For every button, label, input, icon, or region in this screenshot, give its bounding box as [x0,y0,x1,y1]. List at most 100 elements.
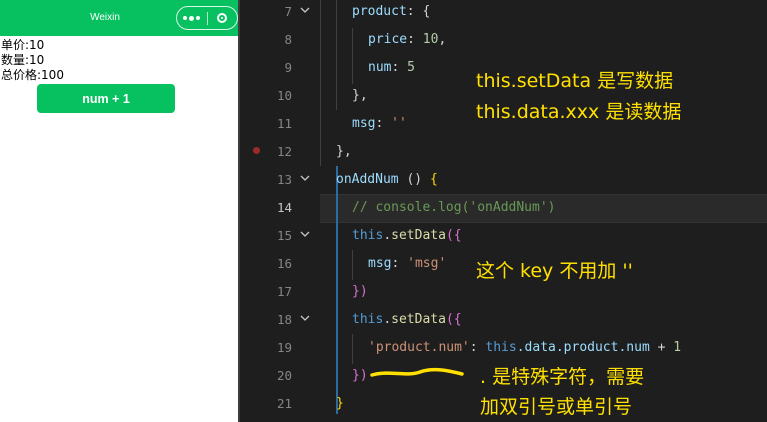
token: this [485,340,517,355]
fold-chevron-icon[interactable] [300,230,310,240]
line-number: 10 [276,88,292,103]
token: 1 [673,340,682,355]
num-plus-one-button[interactable]: num + 1 [37,84,175,113]
indent-guide [352,250,353,280]
token: . [383,312,392,327]
unit-price-value: 10 [29,38,45,52]
unit-price-label: 单价: [1,38,30,52]
line-number: 17 [276,284,292,299]
fold-chevron-icon[interactable] [300,314,310,324]
code-line-18: this.setData({ [352,312,462,327]
code-line-11: msg: '' [352,116,407,131]
unit-price-line: 单价:10 [1,38,44,53]
fold-chevron-icon[interactable] [300,174,310,184]
token: setData [391,228,446,243]
token: msg [368,256,392,271]
token: ( [445,312,454,327]
annotation-quote-advice: 加双引号或单引号 [480,396,633,418]
annotation-setdata: this.setData 是写数据 [476,70,674,92]
line-number: 7 [284,4,292,19]
total-price-value: 100 [41,68,64,82]
code-line-20: }) [352,368,368,383]
code-editor[interactable]: 7 8 9 10 11 12 13 14 15 16 17 18 19 20 2… [238,0,767,422]
code-line-14: // console.log('onAddNum') [352,200,556,215]
token: product [352,4,407,19]
token: ( [445,228,454,243]
code-line-13: onAddNum () { [336,172,438,187]
token: : { [406,4,431,19]
token: : [391,60,408,75]
capsule-menu [176,6,238,30]
token: . [383,228,392,243]
token: this [352,228,384,243]
quantity-value: 10 [29,53,45,67]
token: this [352,312,384,327]
line-number: 20 [276,368,292,383]
indent-guide [336,0,337,110]
indent-guide [320,0,321,166]
token: , [438,32,447,47]
line-number: 9 [284,60,292,75]
token: : [407,32,423,47]
line-number: 15 [276,228,292,243]
token: } [352,368,360,383]
indent-guide [352,28,353,84]
token: price [368,32,408,47]
token: msg [352,116,376,131]
token: () [398,172,430,187]
line-number: 13 [276,172,292,187]
line-number: 8 [284,32,292,47]
annotation-special-char: . 是特殊字符，需要 [480,366,645,388]
token: { [453,228,462,243]
fold-chevron-icon[interactable] [300,6,310,16]
line-number: 19 [276,340,292,355]
code-line-16: msg: 'msg' [368,256,446,271]
token: .data.product.num [516,340,650,355]
more-dots-icon[interactable] [177,7,207,29]
token: } [352,284,360,299]
code-line-15: this.setData({ [352,228,462,243]
squiggle-underline-icon [370,367,464,377]
close-target-icon[interactable] [208,7,238,29]
total-price-line: 总价格:100 [1,68,64,83]
code-line-12: }, [336,144,352,159]
token: num [368,60,392,75]
token: { [429,172,438,187]
token: : [375,116,392,131]
line-number: 11 [276,116,292,131]
line-number: 18 [276,312,292,327]
quantity-line: 数量:10 [1,53,44,68]
token: 5 [407,60,415,75]
token: ) [359,368,368,383]
code-line-7: product: { [352,4,430,19]
token: : [469,340,486,355]
code-line-17: }) [352,284,368,299]
token: { [453,312,462,327]
indent-guide-active [336,166,338,414]
navigation-bar: Weixin [0,0,238,36]
line-number: 21 [276,396,292,411]
token: + [649,340,674,355]
token: 'msg' [407,256,447,271]
code-line-8: price: 10, [368,32,446,47]
token: ) [359,284,368,299]
code-line-21: } [336,396,344,411]
token: 'product.num' [368,340,470,355]
line-number-active: 14 [276,200,292,215]
total-price-label: 总价格: [1,68,42,82]
code-line-9: num: 5 [368,60,415,75]
annotation-data-read: this.data.xxx 是读数据 [476,101,682,123]
line-number: 16 [276,256,292,271]
token: onAddNum [336,172,399,187]
indent-guide [352,334,353,364]
token: '' [391,116,407,131]
quantity-label: 数量: [1,53,30,67]
token: setData [391,312,446,327]
annotation-key-quotes: 这个 key 不用加 '' [476,260,633,282]
mini-program-simulator: Weixin 单价:10 数量:10 总价格:100 num + 1 [0,0,238,422]
line-number: 12 [276,144,292,159]
code-line-19: 'product.num': this.data.product.num + 1 [368,340,681,355]
token: 10 [422,32,439,47]
code-line-10: }, [352,88,368,103]
token: : [391,256,408,271]
